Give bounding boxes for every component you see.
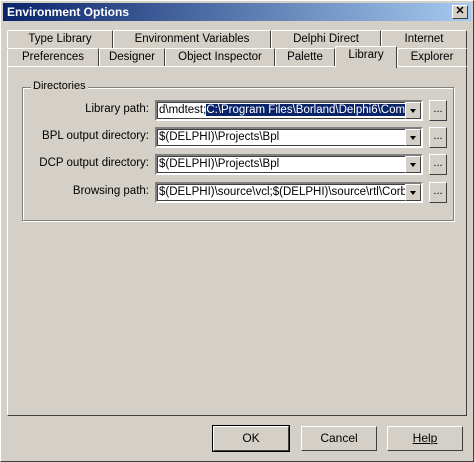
tab-environment-variables[interactable]: Environment Variables: [113, 30, 271, 48]
library-path-label-text: Library path:: [85, 103, 149, 115]
browsing-path-combo[interactable]: $(DELPHI)\source\vcl;$(DELPHI)\source\rt…: [155, 182, 423, 203]
bpl-output-combo[interactable]: $(DELPHI)\Projects\Bpl: [155, 127, 423, 148]
window-title: Environment Options: [7, 5, 130, 19]
tab-object-inspector[interactable]: Object Inspector: [165, 48, 275, 66]
ok-button[interactable]: OK: [212, 425, 290, 452]
browsing-path-label: Browsing path:: [72, 185, 149, 197]
dcp-output-value: $(DELPHI)\Projects\Bpl: [159, 158, 280, 170]
library-path-value: d\mdtest;C:\Program Files\Borland\Delphi…: [159, 104, 405, 116]
bpl-output-label: BPL output directory:: [42, 130, 149, 142]
library-path-value-selected: C:\Program Files\Borland\Delphi6\Compon: [206, 104, 405, 116]
environment-options-window: Environment Options ✕ Type Library Envir…: [0, 0, 474, 462]
tab-designer[interactable]: Designer: [99, 48, 165, 66]
directories-group: Directories Library path: d\mdtest;C:\Pr…: [22, 80, 454, 221]
library-path-browse-button[interactable]: ...: [429, 100, 447, 121]
dcp-output-label: DCP output directory:: [39, 157, 149, 169]
help-button-label: Help: [412, 431, 438, 445]
tab-type-library[interactable]: Type Library: [7, 30, 113, 48]
bpl-output-value: $(DELPHI)\Projects\Bpl: [159, 131, 280, 143]
browsing-path-value: $(DELPHI)\source\vcl;$(DELPHI)\source\rt…: [159, 186, 405, 198]
help-button[interactable]: Help: [387, 426, 463, 451]
dcp-output-browse-button[interactable]: ...: [429, 154, 447, 175]
cancel-button[interactable]: Cancel: [301, 426, 377, 451]
tab-palette[interactable]: Palette: [275, 48, 335, 66]
tab-explorer[interactable]: Explorer: [397, 48, 467, 66]
library-path-dropdown-arrow[interactable]: [405, 102, 421, 119]
title-bar[interactable]: Environment Options ✕: [3, 3, 471, 21]
browsing-path-dropdown-arrow[interactable]: [405, 184, 421, 201]
dcp-output-combo[interactable]: $(DELPHI)\Projects\Bpl: [155, 154, 423, 175]
tab-preferences[interactable]: Preferences: [7, 48, 99, 66]
dcp-output-dropdown-arrow[interactable]: [405, 156, 421, 173]
library-tab-panel: Directories Library path: d\mdtest;C:\Pr…: [7, 66, 467, 416]
library-path-label: Library path:: [23, 103, 149, 115]
directories-group-title: Directories: [31, 80, 88, 92]
tab-library[interactable]: Library: [335, 46, 397, 68]
close-button[interactable]: ✕: [452, 5, 468, 19]
browsing-path-browse-button[interactable]: ...: [429, 182, 447, 203]
library-path-value-plain: d\mdtest;: [159, 104, 207, 116]
bpl-output-dropdown-arrow[interactable]: [405, 129, 421, 146]
bpl-output-browse-button[interactable]: ...: [429, 127, 447, 148]
library-path-combo[interactable]: d\mdtest;C:\Program Files\Borland\Delphi…: [155, 100, 423, 121]
